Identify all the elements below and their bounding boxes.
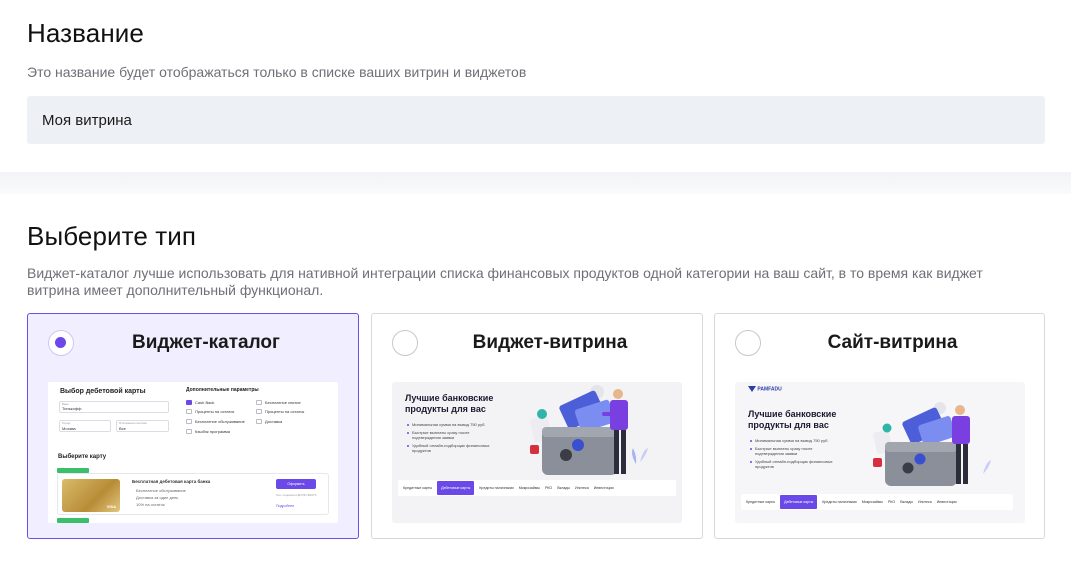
preview-order-label: Оформить xyxy=(287,482,305,486)
preview-details-link: Подробнее xyxy=(276,504,295,508)
banner-tab: Ипотека xyxy=(574,486,589,490)
preview-param: Бесплатное обслуживание xyxy=(195,419,245,424)
preview-license: Ген. лицензия ЦБ РФ №2673 xyxy=(276,493,317,497)
preview-city-value: Москва xyxy=(62,426,76,431)
catalog-preview-image: Выбор дебетовой карты Дополнительные пар… xyxy=(48,382,338,523)
preview-checkbox xyxy=(186,429,192,434)
type-option-widget-showcase[interactable]: Виджет-витрина Лучшие банковские продукт… xyxy=(371,313,703,539)
site-tab: Инвестиции xyxy=(936,500,957,504)
preview-banner: Лучшие банковские продукты для вас Миним… xyxy=(392,382,682,523)
site-headline-line-2: продукты для вас xyxy=(748,420,829,430)
preview-badge xyxy=(57,518,89,523)
banner-tab: Кредиты наличными xyxy=(479,486,514,490)
banner-headline-line-1: Лучшие банковские xyxy=(405,393,494,403)
preview-param: Проценты на остаток xyxy=(195,409,235,414)
preview-feature: 10% на остаток xyxy=(136,502,165,507)
site-tab: Микрозаймы xyxy=(861,500,883,504)
preview-city-label: Город xyxy=(62,421,71,425)
site-headline-line-1: Лучшие банковские xyxy=(748,409,837,419)
banner-headline-line-2: продукты для вас xyxy=(405,404,486,414)
card-brand-logo: VISA xyxy=(106,504,116,509)
showcase-name-input[interactable] xyxy=(27,96,1045,144)
type-option-label: Сайт-витрина xyxy=(827,332,958,353)
site-tab: Кредитные карты xyxy=(746,500,776,504)
site-tab: Ипотека xyxy=(917,500,932,504)
preview-params-title: Дополнительные параметры xyxy=(186,387,259,393)
wallet-illustration xyxy=(873,402,991,486)
type-option-label: Виджет-витрина xyxy=(472,332,628,353)
preview-checkbox xyxy=(256,400,262,405)
banner-tabs: Кредитные карты Дебетовые карты Кредиты … xyxy=(398,480,676,496)
preview-checkbox xyxy=(256,409,262,414)
banner-tab: РКО xyxy=(544,486,553,490)
site-bullet: Минимальная сумма на вывод 750 руб. xyxy=(750,438,840,443)
preview-checkbox xyxy=(186,400,192,405)
preview-param: Кэшбэк программа xyxy=(195,429,230,434)
site-preview-image: PAMFADU Лучшие банковские продукты для в… xyxy=(735,382,1025,523)
site-logo-icon xyxy=(748,386,756,392)
type-option-widget-catalog[interactable]: Виджет-каталог Выбор дебетовой карты Доп… xyxy=(27,313,359,539)
section-divider xyxy=(0,172,1071,194)
site-bullets: Минимальная сумма на вывод 750 руб. Быст… xyxy=(750,438,840,472)
banner-tab: Кредитные карты xyxy=(403,486,433,490)
preview-payment-value: Все xyxy=(119,426,126,431)
site-tab-active: Дебетовые карты xyxy=(780,495,818,509)
name-section-title: Название xyxy=(27,18,144,48)
name-section-subtitle: Это название будет отображаться только в… xyxy=(27,64,527,80)
preview-title: Выбор дебетовой карты xyxy=(60,388,146,395)
site-tab: РКО xyxy=(887,500,896,504)
site-tab: Кредиты наличными xyxy=(822,500,857,504)
site-logo-text: PAMFADU xyxy=(757,386,782,393)
site-tab: Вклады xyxy=(900,500,913,504)
banner-bullet: Минимальная сумма на вывод 750 руб. xyxy=(407,422,497,427)
preview-param: Доставка xyxy=(265,419,283,424)
site-bullet: Удобный онлайн-подборщик финансовых прод… xyxy=(750,459,840,469)
banner-bullets: Минимальная сумма на вывод 750 руб. Быст… xyxy=(407,422,497,456)
preview-order-button: Оформить xyxy=(276,479,316,489)
preview-checkbox xyxy=(256,419,262,424)
preview-checkbox xyxy=(186,409,192,414)
site-logo: PAMFADU xyxy=(748,386,782,392)
name-section: Название Это название будет отображаться… xyxy=(0,0,1071,172)
banner-tab: Вклады xyxy=(557,486,570,490)
wallet-illustration xyxy=(530,385,648,475)
preview-param: Бесплатное снятие xyxy=(265,400,301,405)
type-section-description-line-1: Виджет-каталог лучше использовать для на… xyxy=(27,265,983,281)
type-section-description-line-2: витрина имеет дополнительный функционал. xyxy=(27,282,324,298)
preview-choose-card: Выберите карту xyxy=(58,454,107,460)
banner-bullet: Быстрые выплаты сразу после подтверждени… xyxy=(407,430,497,440)
gold-card-image: VISA xyxy=(62,479,120,512)
preview-param: Проценты на остаток xyxy=(265,409,305,414)
preview-site: PAMFADU Лучшие банковские продукты для в… xyxy=(735,382,1025,523)
type-section-title: Выберите тип xyxy=(27,221,197,251)
type-option-site-showcase[interactable]: Сайт-витрина PAMFADU Лучшие банковские п… xyxy=(714,313,1045,539)
preview-feature: Бесплатное обслуживание xyxy=(136,488,186,493)
site-tabs: Кредитные карты Дебетовые карты Кредиты … xyxy=(741,494,1013,510)
banner-tab-active: Дебетовые карты xyxy=(437,481,475,495)
preview-param: Cash Back xyxy=(195,400,215,405)
banner-bullet: Удобный онлайн-подборщик финансовых прод… xyxy=(407,443,497,453)
preview-feature: Доставка за один день xyxy=(136,495,179,500)
banner-tab: Микрозаймы xyxy=(518,486,540,490)
preview-payment-label: Платежная система xyxy=(119,421,147,425)
type-option-label: Виджет-каталог xyxy=(132,332,280,353)
preview-product-card: VISA Бесплатная дебетовая карта банка Бе… xyxy=(57,473,329,515)
showcase-preview-image: Лучшие банковские продукты для вас Миним… xyxy=(392,382,682,523)
banner-tab: Инвестиции xyxy=(593,486,614,490)
site-bullet: Быстрые выплаты сразу после подтверждени… xyxy=(750,446,840,456)
preview-product-name: Бесплатная дебетовая карта банка xyxy=(132,479,211,484)
preview-bank-value: Тинькофф xyxy=(62,406,82,411)
preview-checkbox xyxy=(186,419,192,424)
